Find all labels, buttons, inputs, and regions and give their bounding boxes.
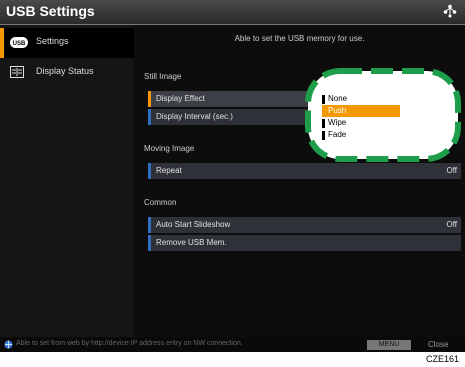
option-marker	[322, 95, 325, 104]
row-label: Auto Start Slideshow	[156, 220, 231, 229]
option-marker	[322, 107, 325, 116]
option-label: None	[328, 94, 348, 103]
svg-text:USB: USB	[13, 41, 26, 47]
sidebar-item-label: Display Status	[36, 66, 94, 76]
row-auto-start-slideshow[interactable]: Auto Start Slideshow Off	[148, 217, 461, 233]
row-label: Display Effect	[156, 94, 205, 103]
info-message: Able to set the USB memory for use.	[234, 34, 365, 43]
usb-icon: USB	[10, 37, 28, 48]
section-title-still-image: Still Image	[144, 72, 182, 81]
option-label: Fade	[328, 130, 347, 139]
sidebar-item-display-status[interactable]: Display Status	[0, 58, 134, 88]
row-value: Off	[446, 166, 457, 175]
section-title-common: Common	[144, 198, 177, 207]
close-button[interactable]: Close	[428, 340, 448, 349]
network-icon	[443, 4, 457, 18]
option-wipe[interactable]: Wipe	[322, 117, 400, 129]
row-value: Off	[446, 220, 457, 229]
row-label: Display Interval (sec.)	[156, 112, 233, 121]
option-none[interactable]: None	[322, 93, 400, 105]
display-status-icon	[10, 66, 24, 78]
globe-icon	[4, 340, 13, 349]
menu-button[interactable]: MENU	[367, 340, 411, 350]
footer-bar: Able to set from web by http://device IP…	[0, 337, 465, 352]
title-bar: USB Settings	[0, 0, 465, 25]
row-repeat[interactable]: Repeat Off	[148, 163, 461, 179]
option-fade[interactable]: Fade	[322, 129, 400, 141]
footer-message: Able to set from web by http://device IP…	[16, 340, 243, 347]
sidebar-item-label: Settings	[36, 36, 69, 46]
row-display-interval[interactable]: Display Interval (sec.)	[148, 109, 313, 125]
figure-code: CZE161	[425, 354, 459, 364]
sidebar-item-settings[interactable]: USB Settings	[0, 28, 134, 58]
option-label: Push	[328, 106, 347, 115]
usb-settings-screen: USB Settings USB Settings Display Status…	[0, 0, 465, 352]
row-label: Repeat	[156, 166, 182, 175]
row-remove-usb-mem[interactable]: Remove USB Mem.	[148, 235, 461, 251]
sidebar: USB Settings Display Status	[0, 25, 134, 337]
row-display-effect[interactable]: Display Effect	[148, 91, 313, 107]
display-effect-dropdown[interactable]: None Push Wipe Fade	[319, 90, 401, 142]
window-title: USB Settings	[6, 3, 95, 19]
section-title-moving-image: Moving Image	[144, 144, 195, 153]
option-marker	[322, 131, 325, 140]
row-label: Remove USB Mem.	[156, 238, 227, 247]
option-push[interactable]: Push	[322, 105, 400, 117]
option-marker	[322, 119, 325, 128]
option-label: Wipe	[328, 118, 347, 127]
